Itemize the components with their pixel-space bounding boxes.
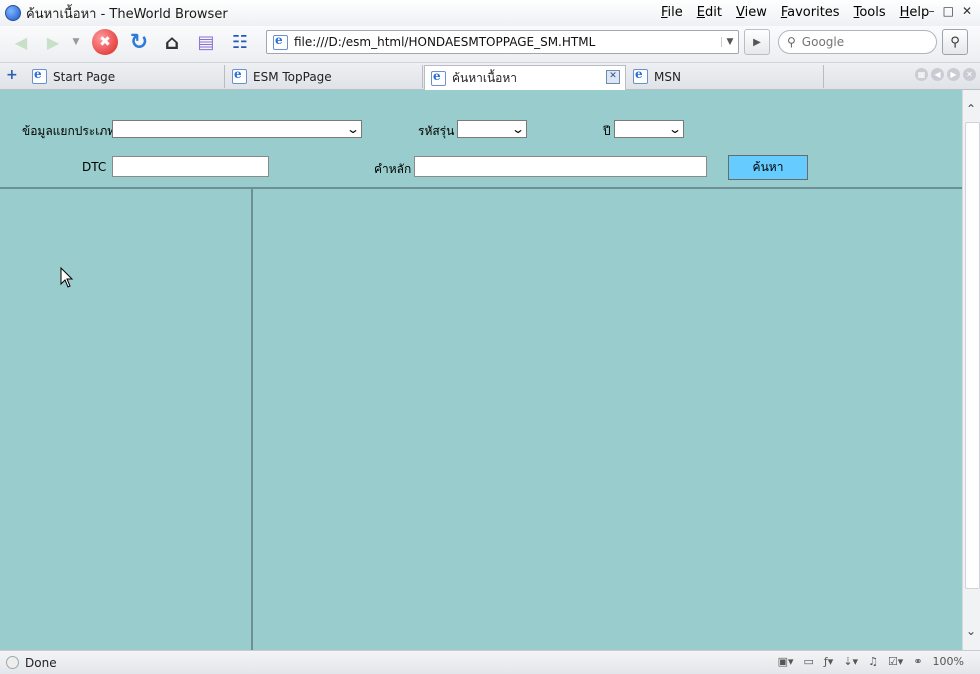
address-dropdown-icon[interactable]: ▼	[721, 37, 738, 47]
tab-prev-icon[interactable]: ◀	[931, 68, 944, 81]
page-icon	[273, 33, 288, 50]
download-icon[interactable]: ⇣▾	[843, 655, 858, 668]
chevron-down-icon: ⌄	[667, 122, 683, 136]
address-url[interactable]: file:///D:/esm_html/HONDAESMTOPPAGE_SM.H…	[294, 35, 721, 49]
tab-esm-toppage[interactable]: ESM TopPage	[226, 65, 423, 88]
year-select[interactable]: ⌄	[614, 120, 684, 138]
scroll-thumb[interactable]	[965, 122, 980, 589]
tab-start-page[interactable]: Start Page	[26, 65, 225, 88]
menu-favorites[interactable]: Favorites	[781, 5, 840, 20]
new-tab-icon[interactable]: +	[6, 67, 18, 83]
search-button[interactable]: ค้นหา	[728, 155, 808, 180]
tab-search-content[interactable]: ค้นหาเนื้อหา ✕	[424, 65, 626, 90]
volume-icon[interactable]: ♫	[868, 655, 878, 668]
search-input[interactable]	[799, 34, 924, 50]
history-icon[interactable]: ▤	[193, 29, 219, 55]
menu-file[interactable]: File	[661, 5, 683, 20]
maximize-icon[interactable]: □	[943, 4, 954, 18]
minimize-icon[interactable]: –	[929, 4, 935, 18]
mouse-cursor-icon	[60, 267, 74, 288]
chevron-down-icon: ⌄	[345, 122, 361, 136]
status-text: Done	[25, 655, 57, 670]
tab-next-icon[interactable]: ▶	[947, 68, 960, 81]
scroll-up-icon[interactable]: ⌃	[966, 102, 976, 116]
keyword-label: คำหลัก	[374, 162, 412, 176]
address-bar[interactable]: file:///D:/esm_html/HONDAESMTOPPAGE_SM.H…	[266, 30, 739, 54]
tab-bar: + Start Page ESM TopPage ค้นหาเนื้อหา ✕ …	[0, 63, 980, 90]
search-engine-icon: ⚲	[787, 35, 796, 49]
tab-label: MSN	[654, 69, 681, 84]
left-frame	[0, 189, 251, 650]
scroll-down-icon[interactable]: ⌄	[966, 624, 976, 638]
dtc-input[interactable]	[112, 156, 269, 177]
close-tab-icon[interactable]: ✕	[606, 70, 620, 84]
close-icon[interactable]: ✕	[962, 4, 972, 18]
go-button[interactable]: ▶	[744, 29, 770, 55]
tab-label: Start Page	[53, 69, 116, 84]
search-box[interactable]: ⚲	[778, 30, 937, 54]
menu-tools[interactable]: Tools	[854, 5, 886, 20]
menu-view[interactable]: View	[736, 5, 767, 20]
back-arrow-icon[interactable]: ◀	[8, 29, 34, 55]
page-icon	[431, 69, 446, 86]
window-icon[interactable]: ▭	[804, 655, 814, 668]
favorites-book-icon[interactable]: ☷	[227, 29, 253, 55]
status-tools: ▣▾ ▭ ƒ▾ ⇣▾ ♫ ☑▾ ⚭ 100%	[778, 655, 964, 668]
tab-list-icon[interactable]: ▦	[915, 68, 928, 81]
stop-icon[interactable]: ✖	[92, 29, 118, 55]
menu-bar: File Edit View Favorites Tools Help	[661, 5, 943, 20]
tab-label: ESM TopPage	[253, 69, 332, 84]
right-frame	[253, 189, 962, 650]
page-content: ข้อมูลแยกประเภท ⌄ รหัสรุ่น ⌄ ปี ⌄ DTC คำ…	[0, 90, 962, 650]
status-bar: Done ▣▾ ▭ ƒ▾ ⇣▾ ♫ ☑▾ ⚭ 100%	[0, 650, 980, 674]
tab-msn[interactable]: MSN	[627, 65, 824, 88]
history-dropdown-icon[interactable]: ▼	[70, 36, 82, 48]
model-code-select[interactable]: ⌄	[457, 120, 527, 138]
menu-help[interactable]: Help	[900, 5, 930, 20]
window-controls: – □ ✕	[929, 4, 972, 18]
chevron-down-icon: ⌄	[510, 122, 526, 136]
navigation-toolbar: ◀ ▶ ▼ ✖ ↻ ⌂ ▤ ☷ file:///D:/esm_html/HOND…	[0, 26, 980, 63]
page-icon[interactable]: ▣▾	[778, 655, 794, 668]
keyword-input[interactable]	[414, 156, 707, 177]
category-select[interactable]: ⌄	[112, 120, 362, 138]
forward-arrow-icon[interactable]: ▶	[40, 29, 66, 55]
zoom-icon[interactable]: ⚭	[913, 655, 922, 668]
title-bar: ค้นหาเนื้อหา - TheWorld Browser File Edi…	[0, 0, 980, 26]
security-icon[interactable]: ☑▾	[888, 655, 903, 668]
search-icon[interactable]: ⚲	[942, 29, 968, 55]
dtc-label: DTC	[82, 160, 107, 174]
tab-close-all-icon[interactable]: ✕	[963, 68, 976, 81]
vertical-scrollbar[interactable]: ⌃ ⌄	[962, 90, 980, 650]
page-icon	[32, 67, 47, 84]
zoom-level[interactable]: 100%	[933, 655, 964, 668]
browser-globe-icon	[5, 5, 21, 21]
category-label: ข้อมูลแยกประเภท	[22, 124, 116, 138]
flash-icon[interactable]: ƒ▾	[824, 655, 833, 668]
window-title: ค้นหาเนื้อหา - TheWorld Browser	[26, 6, 228, 22]
status-icon	[6, 656, 19, 669]
tab-navigation: ▦ ◀ ▶ ✕	[915, 68, 976, 81]
page-icon	[633, 67, 648, 84]
refresh-icon[interactable]: ↻	[126, 29, 152, 55]
menu-edit[interactable]: Edit	[697, 5, 722, 20]
model-code-label: รหัสรุ่น	[418, 124, 455, 138]
home-icon[interactable]: ⌂	[159, 29, 185, 55]
page-icon	[232, 67, 247, 84]
year-label: ปี	[603, 124, 611, 138]
tab-label: ค้นหาเนื้อหา	[452, 70, 518, 85]
